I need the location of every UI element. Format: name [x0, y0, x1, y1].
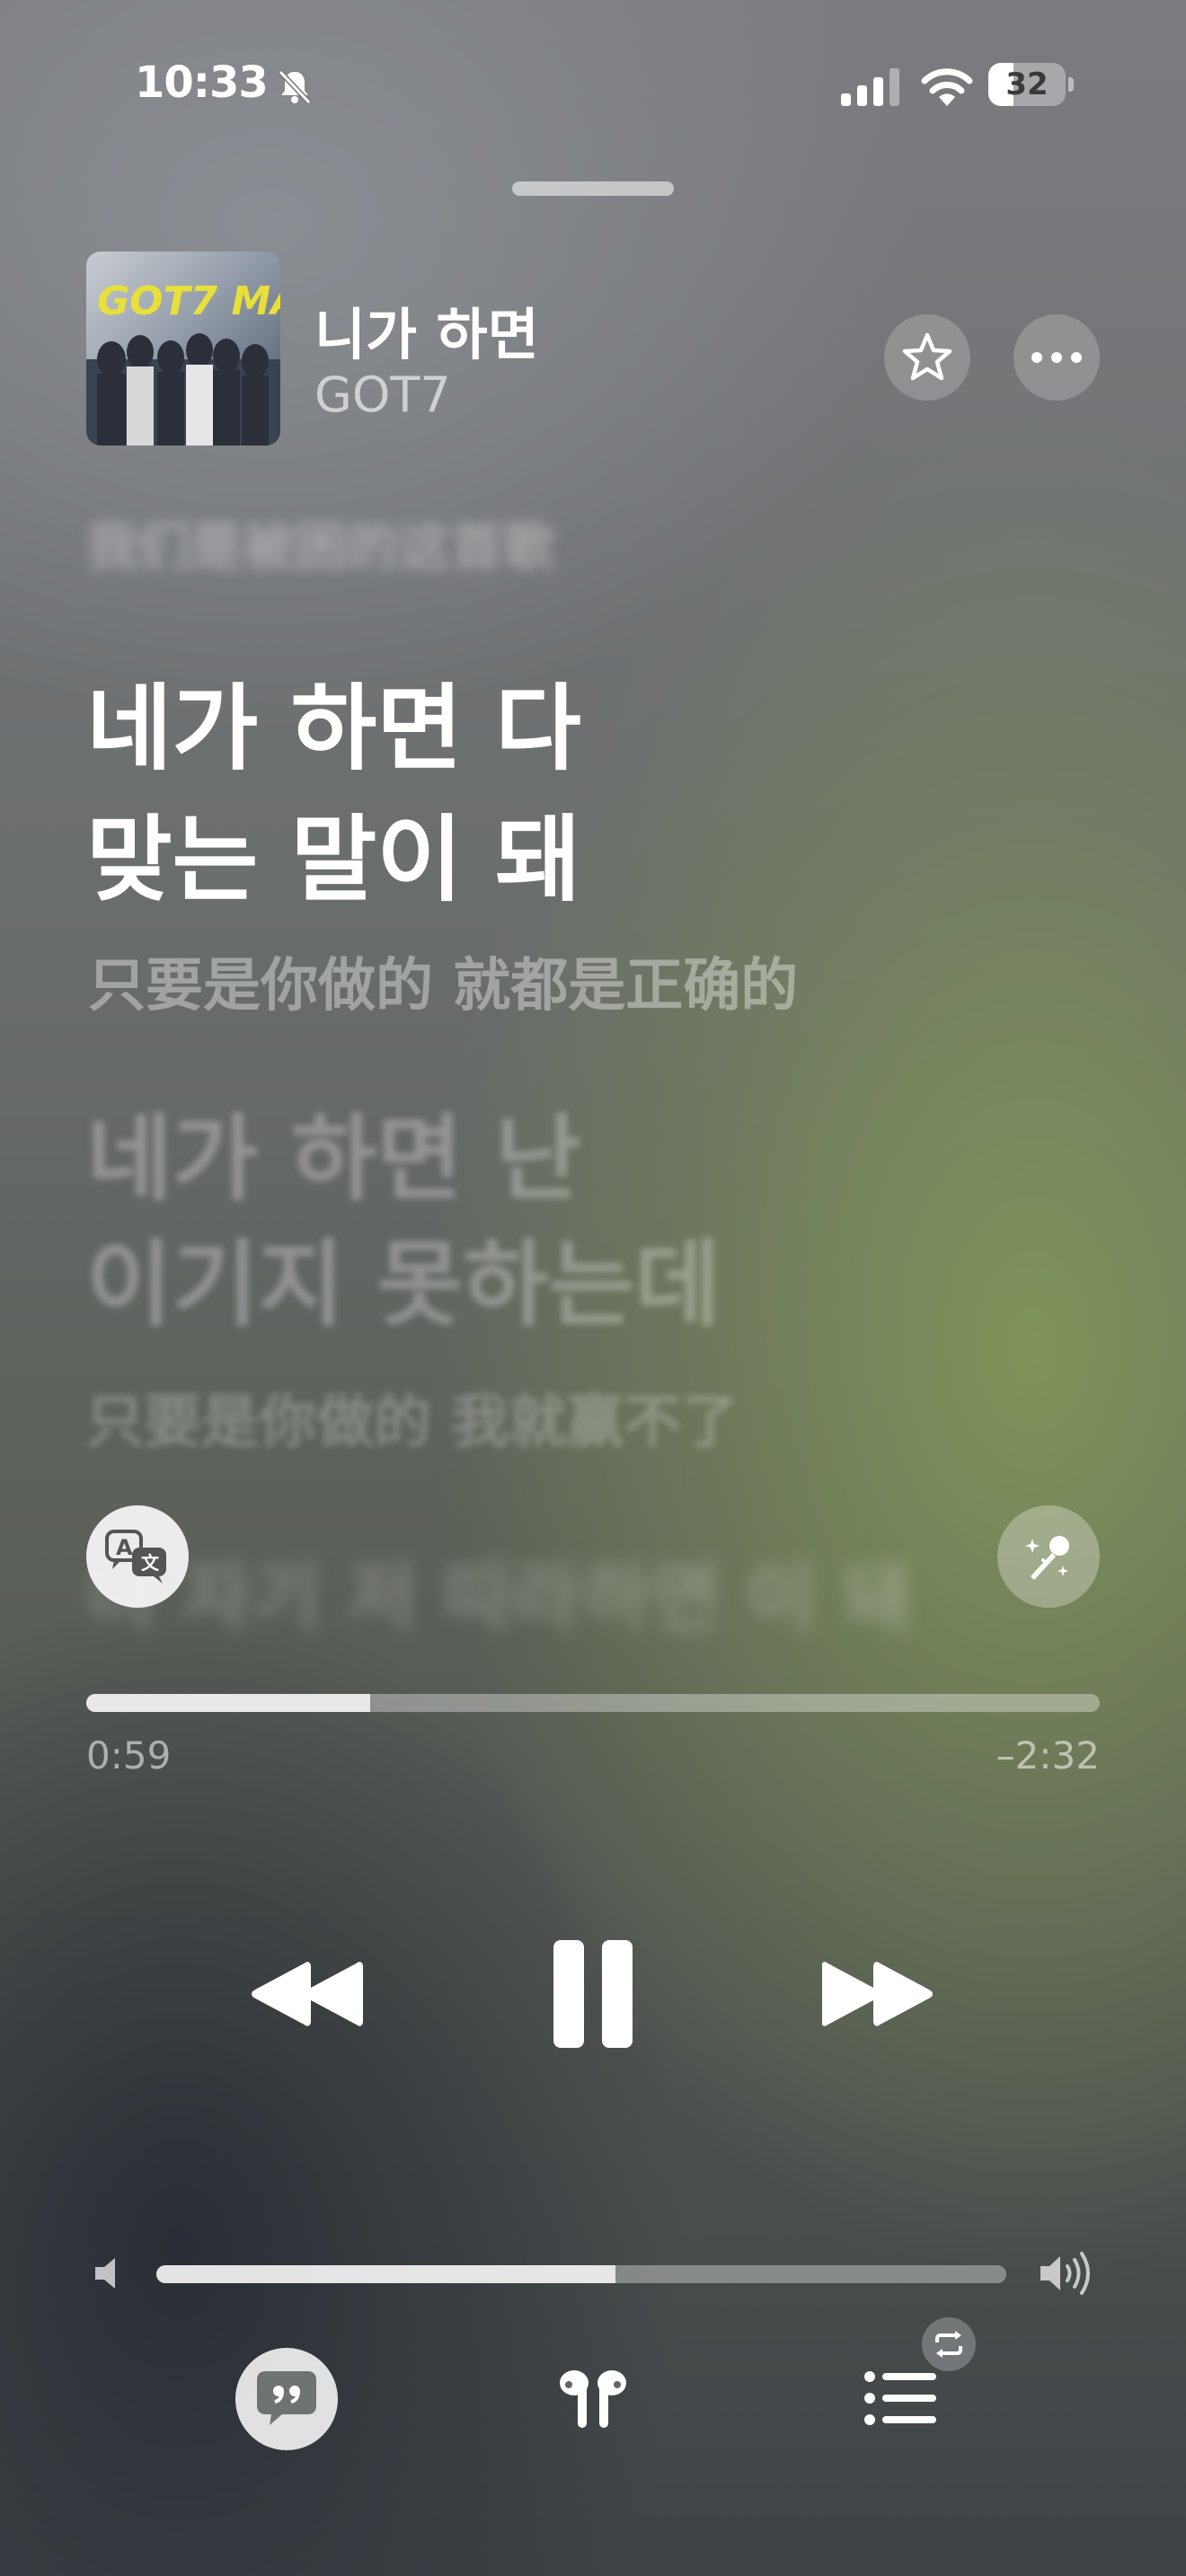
song-title[interactable]: 니가 하면 — [314, 289, 539, 370]
speaker-low-icon — [95, 2258, 115, 2289]
pause-icon — [553, 1940, 633, 2048]
play-pause-button[interactable] — [530, 1931, 656, 2057]
lyric-next-line[interactable]: 네가 하면 난 이기지 못하는데 — [86, 1096, 721, 1347]
more-button[interactable] — [1013, 314, 1100, 401]
artist-name[interactable]: GOT7 — [314, 366, 451, 423]
svg-text:文: 文 — [141, 1552, 160, 1574]
microphone-sparkle-icon — [1025, 1536, 1069, 1580]
repeat-button[interactable] — [922, 2317, 976, 2371]
lyric-current-translation: 只要是你做的 就都是正确的 — [88, 953, 799, 1019]
sheet-grabber[interactable] — [512, 181, 674, 196]
wifi-icon — [921, 68, 973, 106]
lyric-next-translation: 只要是你做的 我就赢不了 — [86, 1389, 739, 1456]
cellular-signal-icon — [841, 68, 899, 106]
playback-progress-slider[interactable] — [86, 1694, 1100, 1712]
volume-fill — [156, 2265, 615, 2283]
playback-progress-fill — [86, 1694, 370, 1712]
battery-icon: 32 — [988, 63, 1075, 108]
lyric-previous-line[interactable]: 我们是被困的这首歌 — [86, 505, 555, 580]
favorite-button[interactable] — [884, 314, 970, 401]
lyric-current-line-1: 네가 하면 다 — [86, 674, 581, 783]
sing-mode-button[interactable] — [997, 1505, 1100, 1608]
previous-track-button[interactable] — [234, 1949, 377, 2039]
lyric-next-line-1: 네가 하면 난 — [86, 1104, 581, 1213]
elapsed-time: 0:59 — [86, 1734, 172, 1778]
volume-slider[interactable] — [156, 2265, 1006, 2283]
translation-toggle-button[interactable]: A 文 — [86, 1505, 189, 1608]
album-art-text: GOT7 MAD — [97, 278, 280, 324]
ellipsis-icon — [1031, 352, 1082, 363]
airplay-button[interactable] — [550, 2359, 636, 2439]
status-time: 10:33 — [135, 57, 269, 108]
lyrics-button[interactable] — [235, 2348, 338, 2450]
lyric-next-line-2: 이기지 못하는데 — [86, 1230, 721, 1339]
lyric-current-line[interactable]: 네가 하면 다 맞는 말이 돼 — [86, 663, 581, 925]
translate-icon: A 文 — [105, 1530, 166, 1584]
speaker-high-icon — [1040, 2252, 1090, 2295]
bell-slash-icon — [278, 69, 312, 105]
next-track-button[interactable] — [809, 1949, 952, 2039]
quote-bubble-icon — [257, 2371, 316, 2425]
repeat-icon — [935, 2331, 962, 2358]
remaining-time: –2:32 — [996, 1734, 1100, 1778]
airpods-icon — [560, 2370, 626, 2428]
svg-text:A: A — [116, 1535, 133, 1560]
lyric-current-line-2: 맞는 말이 돼 — [86, 805, 581, 914]
list-icon[interactable] — [863, 2364, 938, 2432]
backward-icon — [252, 1962, 363, 2026]
album-art[interactable]: GOT7 MAD — [86, 251, 280, 446]
forward-icon — [822, 1962, 933, 2026]
lyric-following-line[interactable]: 너 자기 저 따라하면 이 돼 — [86, 1538, 912, 1646]
star-icon — [902, 332, 952, 381]
battery-level: 32 — [1005, 66, 1049, 102]
